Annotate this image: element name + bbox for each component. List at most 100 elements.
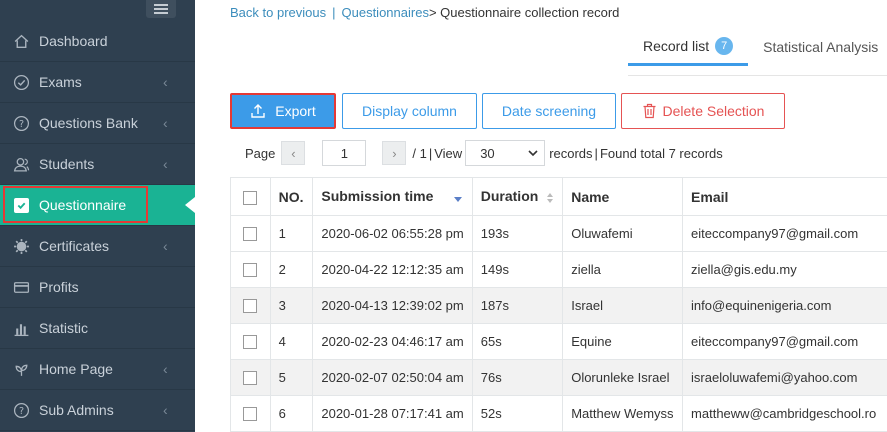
chevron-left-icon: ‹ [163, 361, 168, 377]
cell-duration: 52s [471, 395, 564, 432]
per-page-select[interactable]: 30 [465, 140, 546, 166]
credit-card-icon [12, 278, 30, 296]
row-checkbox[interactable] [243, 227, 258, 242]
table-header-row: NO. Submission time Duration Name Email [230, 177, 887, 216]
record-count-badge: 7 [715, 36, 734, 55]
sidebar-item-profits[interactable]: Profits [0, 267, 195, 308]
date-screening-button[interactable]: Date screening [482, 93, 616, 129]
sidebar-item-label: Sub Admins [39, 402, 114, 418]
home-icon [12, 32, 30, 50]
sidebar-item-questions-bank[interactable]: ? Questions Bank ‹ [0, 103, 195, 144]
question-circle-icon: ? [12, 114, 30, 132]
cell-no: 3 [269, 287, 314, 324]
tab-record-list[interactable]: Record list 7 [628, 28, 749, 66]
sidebar-item-questionnaire[interactable]: Questionnaire [0, 185, 195, 226]
chevron-left-icon: ‹ [163, 115, 168, 131]
column-header-no[interactable]: NO. [269, 177, 314, 216]
chevron-down-icon [528, 150, 538, 157]
records-label: records [549, 145, 593, 161]
chevron-left-icon: ‹ [163, 238, 168, 254]
sidebar-item-sub-admins[interactable]: ? Sub Admins ‹ [0, 390, 195, 431]
sidebar-item-students[interactable]: Students ‹ [0, 144, 195, 185]
sidebar-item-statistic[interactable]: Statistic [0, 308, 195, 349]
display-column-button[interactable]: Display column [342, 93, 477, 129]
cell-submission-time: 2020-06-02 06:55:28 pm [312, 215, 473, 252]
records-table: NO. Submission time Duration Name Email … [230, 177, 887, 432]
back-link[interactable]: Back to previous [230, 5, 326, 20]
view-label: View [434, 145, 463, 161]
cell-name: Israel [562, 287, 684, 324]
breadcrumb-arrow: > [428, 5, 437, 20]
table-row[interactable]: 3 2020-04-13 12:39:02 pm 187s Israel inf… [230, 287, 887, 324]
cell-name: Olorunleke Israel [562, 359, 684, 396]
cell-name: Equine [562, 323, 684, 360]
tabs: Record list 7 Statistical Analysis [628, 28, 887, 68]
breadcrumb: Back to previous | Questionnaires> Questio… [230, 5, 619, 20]
row-checkbox[interactable] [243, 299, 258, 314]
sidebar-item-label: Statistic [39, 320, 89, 336]
cell-submission-time: 2020-04-13 12:39:02 pm [312, 287, 473, 324]
sidebar-item-label: Exams [39, 74, 82, 90]
chevron-left-icon: ‹ [163, 74, 168, 90]
header-label: Submission time [321, 188, 434, 205]
sort-icon[interactable] [546, 191, 554, 205]
table-row[interactable]: 5 2020-02-07 02:50:04 am 76s Olorunleke … [230, 359, 887, 396]
table-row[interactable]: 2 2020-04-22 12:12:35 am 149s ziella zie… [230, 251, 887, 288]
row-checkbox[interactable] [243, 335, 258, 350]
cell-no: 2 [269, 251, 314, 288]
row-checkbox[interactable] [243, 371, 258, 386]
breadcrumb-current: Questionnaire collection record [440, 5, 620, 20]
questionnaires-link[interactable]: Questionnaires [342, 5, 429, 20]
select-all-checkbox[interactable] [243, 190, 258, 205]
chevron-left-icon: ‹ [163, 402, 168, 418]
row-checkbox[interactable] [243, 263, 258, 278]
cell-no: 4 [269, 323, 314, 360]
page-number-input[interactable]: 1 [322, 140, 367, 166]
per-page-value: 30 [480, 145, 495, 161]
cell-name: Oluwafemi [562, 215, 684, 252]
sidebar-item-label: Questions Bank [39, 115, 138, 131]
column-header-email[interactable]: Email [682, 177, 887, 216]
pager: Page ‹ 1 › / 1 | View 30 records | Found… [245, 139, 723, 167]
cell-email: ziella@gis.edu.my [682, 251, 887, 288]
table-row[interactable]: 6 2020-01-28 07:17:41 am 52s Matthew Wem… [230, 395, 887, 432]
cell-duration: 76s [471, 359, 564, 396]
cell-submission-time: 2020-04-22 12:12:35 am [312, 251, 473, 288]
svg-text:?: ? [18, 119, 23, 130]
users-icon [12, 155, 30, 173]
delete-selection-button[interactable]: Delete Selection [621, 93, 785, 129]
prev-page-button[interactable]: ‹ [281, 141, 306, 165]
select-all-cell [230, 177, 271, 216]
column-header-duration[interactable]: Duration [471, 177, 564, 216]
sidebar-item-certificates[interactable]: Certificates ‹ [0, 226, 195, 267]
tab-statistical-analysis[interactable]: Statistical Analysis [748, 28, 887, 66]
tabs-divider [628, 75, 887, 76]
delete-selection-label: Delete Selection [662, 103, 765, 119]
sort-desc-icon[interactable] [453, 191, 463, 205]
column-header-name[interactable]: Name [562, 177, 684, 216]
row-checkbox[interactable] [243, 407, 258, 422]
cell-submission-time: 2020-01-28 07:17:41 am [312, 395, 473, 432]
cell-duration: 193s [471, 215, 564, 252]
active-indicator [185, 197, 195, 213]
cell-email: eiteccompany97@gmail.com [682, 323, 887, 360]
cell-no: 1 [269, 215, 314, 252]
menu-toggle-icon[interactable] [146, 0, 176, 18]
cell-email: mattheww@cambridgeschool.ro [682, 395, 887, 432]
table-row[interactable]: 1 2020-06-02 06:55:28 pm 193s Oluwafemi … [230, 215, 887, 252]
sidebar-item-label: Profits [39, 279, 79, 295]
column-header-submission-time[interactable]: Submission time [312, 177, 473, 216]
sidebar-item-dashboard[interactable]: Dashboard [0, 21, 195, 62]
question-circle-icon: ? [12, 401, 30, 419]
certificate-icon [12, 237, 30, 255]
next-page-button[interactable]: › [382, 141, 407, 165]
export-button[interactable]: Export [230, 93, 336, 129]
sidebar-item-home-page[interactable]: Home Page ‹ [0, 349, 195, 390]
date-screening-label: Date screening [501, 103, 597, 119]
sidebar-item-exams[interactable]: Exams ‹ [0, 62, 195, 103]
pager-divider: | [428, 145, 433, 161]
upload-icon [251, 104, 265, 118]
cell-name: ziella [562, 251, 684, 288]
table-row[interactable]: 4 2020-02-23 04:46:17 am 65s Equine eite… [230, 323, 887, 360]
breadcrumb-separator: | [332, 5, 336, 20]
